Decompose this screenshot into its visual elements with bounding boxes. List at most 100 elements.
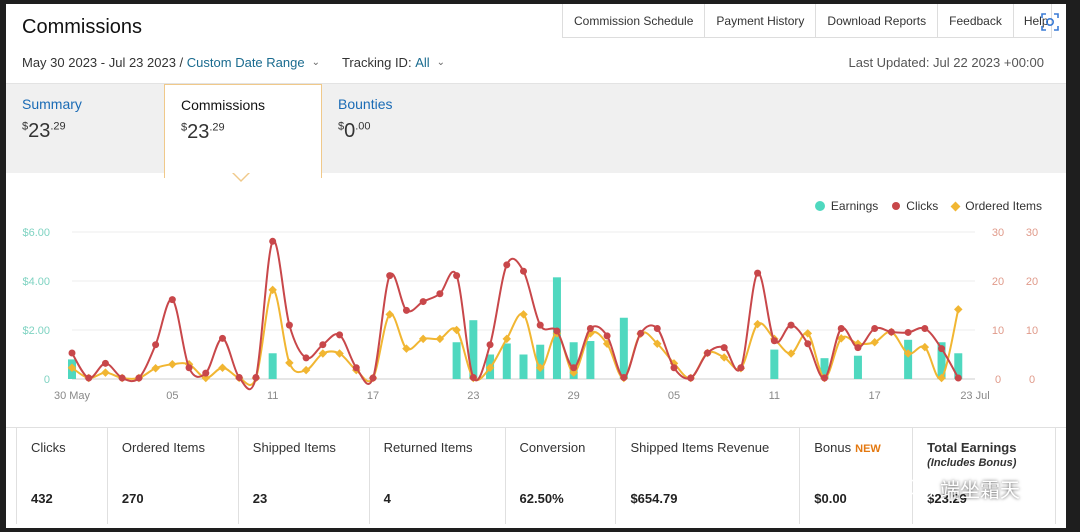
top-nav-tabs: Commission Schedule Payment History Down… xyxy=(562,4,1052,38)
tracking-id-label: Tracking ID: xyxy=(341,55,412,70)
y-left-tick-label: $2.00 xyxy=(22,325,50,337)
x-tick-label: 05 xyxy=(668,390,680,402)
x-tick-label: 11 xyxy=(267,390,278,402)
filter-bar: May 30 2023 - Jul 23 2023 / Custom Date … xyxy=(22,55,445,70)
clicks-point xyxy=(620,374,628,382)
x-tick-label: 23 xyxy=(467,390,479,402)
clicks-point xyxy=(904,328,912,336)
tab-payment-history[interactable]: Payment History xyxy=(705,4,817,38)
tab-download-reports[interactable]: Download Reports xyxy=(816,4,939,38)
y-right-tick-label: 20 xyxy=(1026,276,1038,288)
clicks-point xyxy=(302,354,310,362)
clicks-point xyxy=(235,374,243,382)
clicks-point xyxy=(352,364,360,372)
metrics-row: Clicks 432 Ordered Items 270 Shipped Items… xyxy=(16,428,1056,524)
metric-conversion: Conversion 62.50% xyxy=(506,428,617,524)
tab-summary[interactable]: Summary $23.29 xyxy=(6,84,164,174)
metric-bonus: Bonus NEW $0.00 xyxy=(800,428,914,524)
clicks-point xyxy=(703,349,711,357)
x-tick-label: 05 xyxy=(166,390,178,402)
bounties-amount: $0.00 xyxy=(338,120,371,142)
clicks-point xyxy=(285,321,293,329)
clicks-point xyxy=(202,369,210,377)
clicks-point xyxy=(436,290,444,298)
clicks-point xyxy=(653,325,661,333)
clicks-point xyxy=(419,298,427,306)
clicks-point xyxy=(168,296,176,304)
legend-ordered-items[interactable]: Ordered Items xyxy=(950,199,1042,213)
y-right-tick-label: 0 xyxy=(1029,374,1035,386)
tab-feedback[interactable]: Feedback xyxy=(938,4,1014,38)
metric-shipped-items: Shipped Items 23 xyxy=(239,428,370,524)
clicks-point xyxy=(787,321,795,329)
legend-clicks[interactable]: Clicks xyxy=(892,199,938,213)
clicks-point xyxy=(386,272,394,280)
clicks-point xyxy=(402,306,410,314)
clicks-point xyxy=(135,374,143,382)
earnings-bar xyxy=(853,355,862,379)
clicks-point xyxy=(938,345,946,353)
ordered-items-point xyxy=(519,310,528,319)
chevron-down-icon[interactable]: ⌄ xyxy=(437,57,445,68)
earnings-bar xyxy=(502,343,511,379)
y-right-tick-label: 30 xyxy=(992,227,1004,239)
metric-clicks: Clicks 432 xyxy=(17,428,108,524)
clicks-point xyxy=(687,374,695,382)
x-tick-label: 29 xyxy=(568,390,580,402)
earnings-bar xyxy=(586,341,595,379)
metric-ordered-items: Ordered Items 270 xyxy=(108,428,239,524)
summary-amount: $23.29 xyxy=(22,120,66,142)
ordered-items-point xyxy=(502,334,512,344)
summary-tabs: Summary $23.29 Commissions $23.29 Bounti… xyxy=(6,83,1066,178)
clicks-point xyxy=(570,364,578,372)
legend-earnings[interactable]: Earnings xyxy=(814,199,878,213)
ordered-diamond-icon xyxy=(950,201,961,211)
custom-date-range-dropdown[interactable]: Custom Date Range xyxy=(187,55,305,70)
y-left-tick-label: $6.00 xyxy=(22,227,50,239)
scan-icon[interactable] xyxy=(1040,12,1060,32)
clicks-point xyxy=(954,374,962,382)
wechat-icon xyxy=(907,478,933,499)
clicks-point xyxy=(252,374,260,382)
earnings-dot-icon xyxy=(814,201,825,211)
bounties-tab-label: Bounties xyxy=(338,96,393,112)
last-updated: Last Updated: Jul 22 2023 +00:00 xyxy=(848,55,1044,70)
earnings-bar xyxy=(619,317,628,379)
earnings-bar xyxy=(904,339,913,379)
summary-tab-label: Summary xyxy=(22,96,82,112)
chevron-down-icon[interactable]: ⌄ xyxy=(312,57,320,68)
y-right-tick-label: 10 xyxy=(992,325,1004,337)
metric-returned-items: Returned Items 4 xyxy=(370,428,506,524)
earnings-bar xyxy=(452,342,461,379)
clicks-point xyxy=(336,331,344,339)
clicks-point xyxy=(720,344,728,352)
clicks-point xyxy=(821,374,828,382)
clicks-point xyxy=(670,364,678,372)
earnings-bar xyxy=(519,354,528,379)
ordered-items-point xyxy=(168,360,177,369)
clicks-point xyxy=(219,334,226,342)
tab-bounties[interactable]: Bounties $0.00 xyxy=(322,84,482,174)
metric-shipped-revenue: Shipped Items Revenue $654.79 xyxy=(616,428,801,524)
clicks-point xyxy=(737,364,745,372)
tracking-id-dropdown[interactable]: All xyxy=(415,55,429,70)
clicks-point xyxy=(185,364,193,372)
tab-commissions[interactable]: Commissions $23.29 xyxy=(164,84,322,178)
y-left-tick-label: $4.00 xyxy=(22,276,50,288)
clicks-point xyxy=(871,325,879,333)
ordered-items-point xyxy=(452,325,461,335)
x-tick-label: 30 May xyxy=(54,390,91,402)
clicks-point xyxy=(887,328,895,336)
clicks-point xyxy=(637,329,645,337)
clicks-point xyxy=(837,325,845,333)
y-right-tick-label: 30 xyxy=(1026,227,1038,239)
new-badge: NEW xyxy=(855,443,881,455)
y-left-tick-label: 0 xyxy=(44,374,50,386)
x-tick-label: 17 xyxy=(367,390,379,402)
y-right-tick-label: 20 xyxy=(992,276,1004,288)
tab-commission-schedule[interactable]: Commission Schedule xyxy=(563,4,706,38)
ordered-items-point xyxy=(101,368,110,377)
clicks-point xyxy=(68,349,76,357)
clicks-point xyxy=(586,325,594,333)
wechat-watermark: 端坐霜天 xyxy=(906,474,1020,503)
